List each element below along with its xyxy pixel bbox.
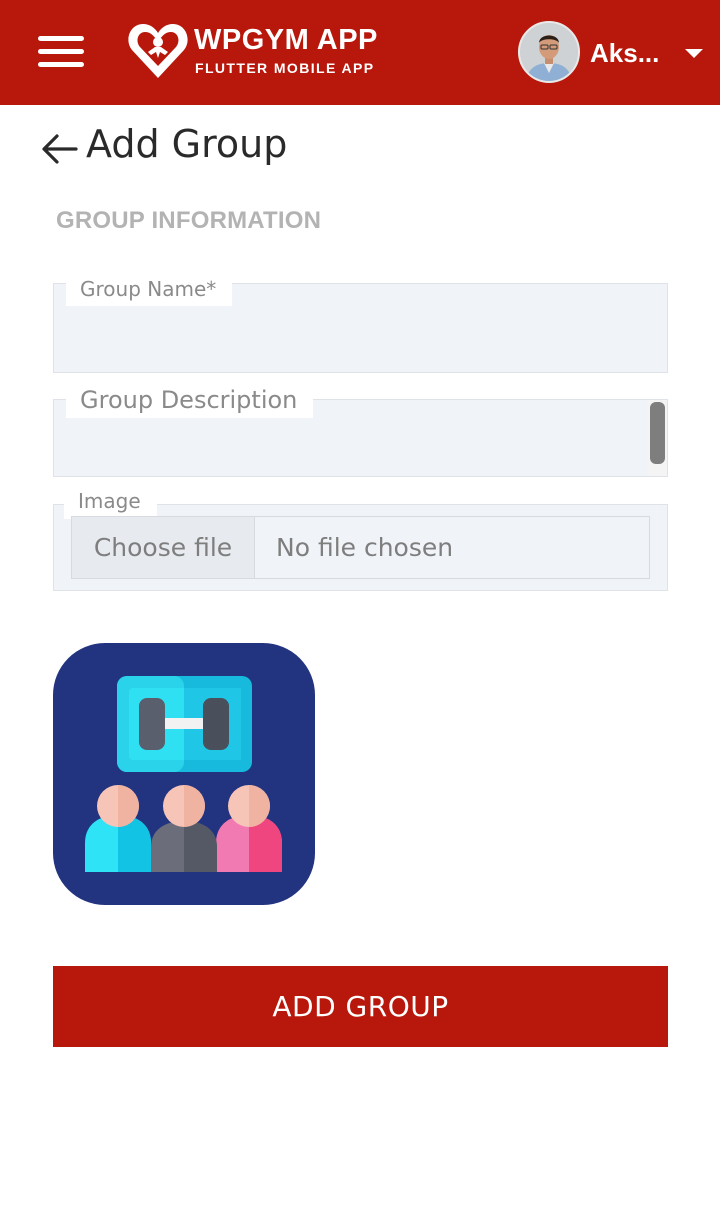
brand-heart-icon: [128, 24, 188, 78]
group-workout-icon: [53, 643, 315, 905]
arrow-left-icon[interactable]: [40, 132, 78, 166]
hamburger-menu-icon[interactable]: [38, 34, 86, 70]
group-description-label: Group Description: [66, 382, 314, 418]
file-input[interactable]: Choose file No file chosen: [71, 516, 650, 579]
caret-down-icon[interactable]: [685, 49, 703, 58]
section-title: GROUP INFORMATION: [56, 207, 322, 234]
page-title: Add Group: [86, 122, 288, 166]
image-label: Image: [64, 483, 157, 519]
image-field: Image Choose file No file chosen: [53, 483, 668, 591]
brand-subtitle: FLUTTER MOBILE APP: [195, 60, 375, 76]
brand-logo-block: WPGYM APP FLUTTER MOBILE APP: [126, 20, 406, 84]
description-scrollbar-thumb[interactable]: [650, 402, 665, 464]
add-group-button[interactable]: ADD GROUP: [53, 966, 668, 1047]
avatar[interactable]: [518, 21, 580, 83]
file-status-text: No file chosen: [276, 533, 454, 562]
group-name-field[interactable]: Group Name*: [53, 276, 668, 373]
group-description-field[interactable]: Group Description: [53, 382, 668, 477]
app-header: WPGYM APP FLUTTER MOBILE APP Aks...: [0, 0, 720, 105]
avatar-photo-icon: [520, 23, 578, 81]
choose-file-button[interactable]: Choose file: [72, 517, 255, 578]
brand-title: WPGYM APP: [194, 24, 378, 56]
user-menu[interactable]: Aks...: [518, 21, 708, 85]
group-name-label: Group Name*: [66, 276, 233, 306]
user-name[interactable]: Aks...: [590, 38, 659, 69]
